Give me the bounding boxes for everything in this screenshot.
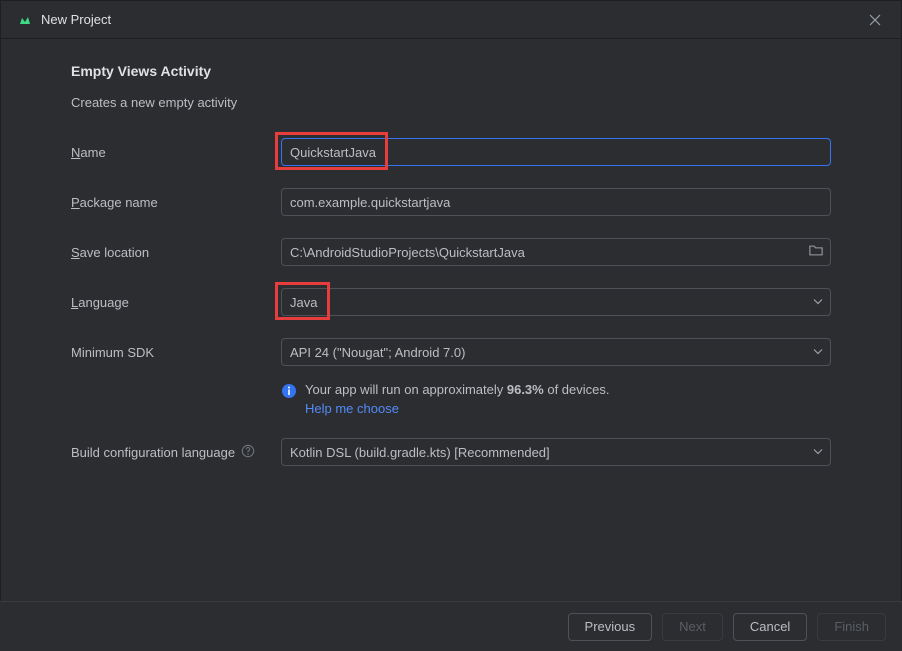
- close-icon[interactable]: [865, 10, 885, 30]
- label-name: Name: [71, 145, 281, 160]
- row-package: Package name: [71, 188, 831, 216]
- row-minimum-sdk: Minimum SDK API 24 ("Nougat"; Android 7.…: [71, 338, 831, 366]
- language-select[interactable]: Java: [281, 288, 831, 316]
- page-heading: Empty Views Activity: [71, 63, 831, 79]
- finish-button: Finish: [817, 613, 886, 641]
- name-input[interactable]: [281, 138, 831, 166]
- info-icon: [281, 383, 297, 402]
- next-button: Next: [662, 613, 723, 641]
- save-location-input[interactable]: [281, 238, 831, 266]
- folder-icon[interactable]: [809, 244, 823, 261]
- row-build-config: Build configuration language Kotlin DSL …: [71, 438, 831, 466]
- previous-button[interactable]: Previous: [568, 613, 653, 641]
- package-input[interactable]: [281, 188, 831, 216]
- info-text: Your app will run on approximately 96.3%…: [305, 382, 610, 416]
- cancel-button[interactable]: Cancel: [733, 613, 807, 641]
- app-icon: [17, 12, 33, 28]
- titlebar: New Project: [1, 1, 901, 39]
- row-name: Name: [71, 138, 831, 166]
- info-row: Your app will run on approximately 96.3%…: [281, 382, 831, 416]
- content-area: Empty Views Activity Creates a new empty…: [1, 39, 901, 466]
- label-language: Language: [71, 295, 281, 310]
- page-subheading: Creates a new empty activity: [71, 95, 831, 110]
- help-icon[interactable]: [241, 444, 255, 461]
- label-package: Package name: [71, 195, 281, 210]
- label-build-config: Build configuration language: [71, 444, 281, 461]
- label-minimum-sdk: Minimum SDK: [71, 345, 281, 360]
- build-config-select[interactable]: Kotlin DSL (build.gradle.kts) [Recommend…: [281, 438, 831, 466]
- window-title: New Project: [41, 12, 865, 27]
- button-bar: Previous Next Cancel Finish: [0, 601, 902, 651]
- label-save-location: Save location: [71, 245, 281, 260]
- minimum-sdk-select[interactable]: API 24 ("Nougat"; Android 7.0): [281, 338, 831, 366]
- help-me-choose-link[interactable]: Help me choose: [305, 401, 399, 416]
- row-language: Language Java: [71, 288, 831, 316]
- row-save-location: Save location: [71, 238, 831, 266]
